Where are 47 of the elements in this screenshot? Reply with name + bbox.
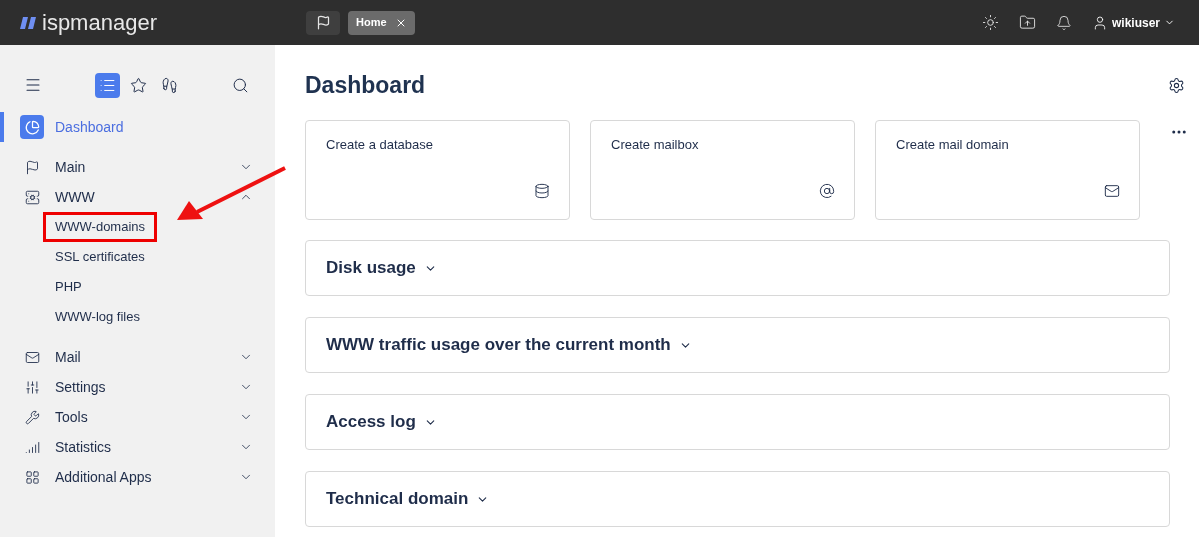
sliders-icon [25,379,40,395]
nav-item[interactable]: WWW [0,182,275,212]
footprints-icon [161,76,178,94]
quick-action-card[interactable]: Create mail domain [875,120,1140,220]
folder-upload-icon[interactable] [1018,14,1036,31]
nav-subitem[interactable]: SSL certificates [43,242,157,272]
page-title: Dashboard [305,70,426,100]
flag-icon [25,159,40,175]
nav-item[interactable]: Tools [0,402,275,432]
wrench-icon [25,409,40,425]
quick-action-card[interactable]: Create mailbox [590,120,855,220]
nav-item[interactable]: Mail [0,342,275,372]
database-icon [534,183,550,199]
nav-subitem[interactable]: WWW-domains [43,212,158,242]
collapsible-panel[interactable]: Access log [305,394,1170,450]
grid-icon [25,469,40,485]
search-icon[interactable] [232,76,249,94]
bar-chart-icon [25,439,40,455]
at-sign-icon [819,183,835,199]
star-icon [130,76,147,94]
logo-icon [20,15,38,30]
collapsible-panel[interactable]: Disk usage [305,240,1170,296]
user-menu[interactable]: wikiuser [1091,13,1175,32]
tab[interactable]: Home [348,10,415,35]
nav-item[interactable]: Additional Apps [0,462,275,492]
server-gear-icon [25,189,40,205]
logo-text: ispmanager [42,11,157,34]
sun-icon[interactable] [981,14,999,31]
collapsible-panel[interactable]: Technical domain [305,471,1170,527]
user-name: wikiuser [1111,14,1160,32]
envelope-icon [25,349,40,365]
nav-item[interactable]: Settings [0,372,275,402]
flag-button[interactable] [306,10,340,35]
bell-icon[interactable] [1055,14,1072,31]
menu-icon[interactable] [24,76,42,94]
pie-chart-icon [24,119,40,135]
nav-subitem[interactable]: WWW-log files [43,302,152,332]
nav-subitem[interactable]: PHP [43,272,94,302]
settings-icon[interactable] [1168,76,1185,94]
nav-item[interactable]: Statistics [0,432,275,462]
envelope-icon [1104,183,1120,199]
flag-icon [315,15,331,30]
list-mode-button[interactable] [95,72,120,98]
nav-item[interactable]: Main [0,152,275,182]
nav-item[interactable]: Dashboard [0,112,275,142]
collapsible-panel[interactable]: WWW traffic usage over the current month [305,317,1170,373]
quick-action-card[interactable]: Create a database [305,120,570,220]
